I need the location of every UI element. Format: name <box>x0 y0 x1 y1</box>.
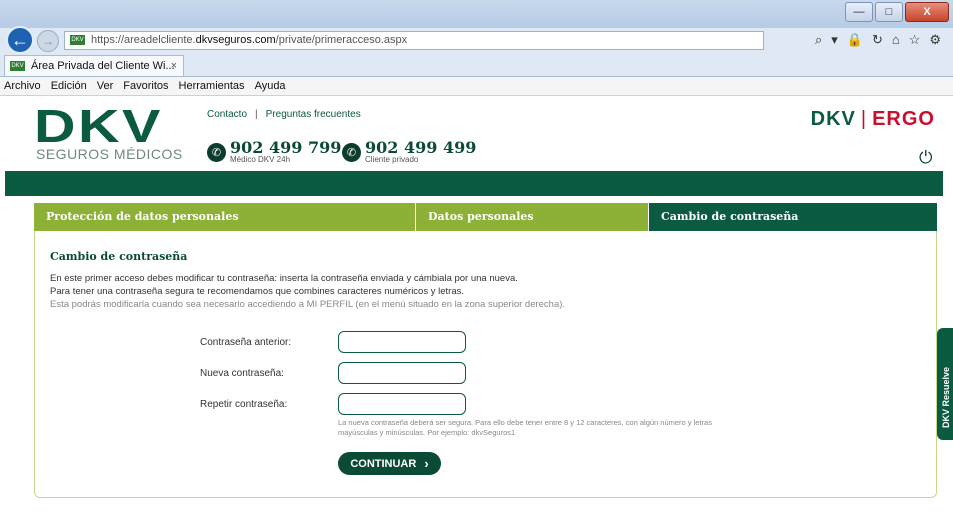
menu-ver[interactable]: Ver <box>93 80 120 92</box>
phone-medico: ✆ 902 499 799 Médico DKV 24h <box>207 139 341 164</box>
forward-button[interactable]: → <box>37 30 59 52</box>
menu-bar: Archivo Edición Ver Favoritos Herramient… <box>0 77 953 96</box>
old-password-input[interactable] <box>338 331 466 353</box>
brand-separator: | <box>860 108 868 130</box>
logo-subtitle: SEGUROS MÉDICOS <box>36 146 183 162</box>
tab-favicon-icon: DKV <box>10 61 25 72</box>
phone-icon: ✆ <box>342 143 361 162</box>
intro-line: Esta podrás modificarla cuando sea neces… <box>50 299 566 310</box>
tab-row: DKV Área Privada del Cliente Wi... × <box>0 54 953 77</box>
arrow-left-icon: ← <box>11 29 29 50</box>
home-icon[interactable]: ⌂ <box>892 32 900 48</box>
phone-label: Médico DKV 24h <box>230 155 291 164</box>
lock-icon[interactable]: 🔒 <box>847 32 863 48</box>
old-password-label: Contraseña anterior: <box>200 337 292 348</box>
menu-archivo[interactable]: Archivo <box>0 80 47 92</box>
browser-title-bar: — □ X <box>0 0 953 28</box>
panel-title: Cambio de contraseña <box>50 250 188 263</box>
menu-favoritos[interactable]: Favoritos <box>119 80 174 92</box>
dkv-logo[interactable]: DKV <box>34 103 163 149</box>
tab-title: Área Privada del Cliente Wi... <box>31 60 175 72</box>
continue-label: CONTINUAR <box>350 457 417 470</box>
intro-line: Para tener una contraseña segura te reco… <box>50 286 464 297</box>
tab-close-icon[interactable]: × <box>171 56 177 76</box>
url-path: /private/primeracceso.aspx <box>275 34 408 46</box>
star-icon[interactable]: ☆ <box>909 32 921 48</box>
new-password-input[interactable] <box>338 362 466 384</box>
power-icon[interactable]: ⏻ <box>919 149 935 166</box>
new-password-label: Nueva contraseña: <box>200 368 284 379</box>
close-window-button[interactable]: X <box>905 2 949 22</box>
refresh-icon[interactable]: ↻ <box>872 32 883 48</box>
url-domain: dkvseguros.com <box>195 34 276 46</box>
repeat-password-label: Repetir contraseña: <box>200 399 288 410</box>
menu-ayuda[interactable]: Ayuda <box>251 80 292 92</box>
phone-icon: ✆ <box>207 143 226 162</box>
brand-dkv: DKV <box>810 108 856 130</box>
arrow-right-icon: → <box>42 34 54 48</box>
phone-label: Cliente privado <box>365 155 419 164</box>
continue-button[interactable]: CONTINUAR › <box>338 452 441 475</box>
password-panel: Cambio de contraseña En este primer acce… <box>34 231 937 498</box>
step-datos-personales: Datos personales <box>416 203 649 231</box>
side-tab-label: DKV Resuelve <box>941 366 951 428</box>
url-prefix: https://areadelcliente. <box>91 34 196 46</box>
chevron-right-icon: › <box>424 456 429 471</box>
intro-line: En este primer acceso debes modificar tu… <box>50 273 518 284</box>
maximize-button[interactable]: □ <box>875 2 903 22</box>
address-bar[interactable]: DKV https://areadelcliente.dkvseguros.com… <box>64 31 764 50</box>
site-favicon-icon: DKV <box>70 35 85 46</box>
faq-link[interactable]: Preguntas frecuentes <box>266 109 361 120</box>
repeat-password-input[interactable] <box>338 393 466 415</box>
menu-edicion[interactable]: Edición <box>47 80 93 92</box>
gear-icon[interactable]: ⚙ <box>929 32 941 48</box>
brand-ergo: ERGO <box>872 108 935 130</box>
nav-bar <box>5 171 943 196</box>
step-tabs: Protección de datos personales Datos per… <box>34 203 937 231</box>
phone-cliente: ✆ 902 499 499 Cliente privado <box>342 139 476 164</box>
hint-line: mayúsculas y minúsculas. Por ejemplo: dk… <box>338 428 516 437</box>
menu-herramientas[interactable]: Herramientas <box>175 80 251 92</box>
browser-tab[interactable]: DKV Área Privada del Cliente Wi... × <box>4 55 184 76</box>
window-controls: — □ X <box>845 2 949 22</box>
back-button[interactable]: ← <box>6 26 34 54</box>
side-tab[interactable]: DKV Resuelve <box>937 328 953 440</box>
dkv-ergo-brand: DKV | ERGO <box>811 108 935 131</box>
contact-link[interactable]: Contacto <box>207 109 247 120</box>
link-separator: | <box>255 109 258 120</box>
hint-line: La nueva contraseña deberá ser segura. P… <box>338 418 712 427</box>
address-tools: ⌕ ▾ 🔒 ↻ ⌂ ☆ ⚙ <box>815 32 941 48</box>
step-proteccion-datos: Protección de datos personales <box>34 203 416 231</box>
address-bar-row: ← → DKV https://areadelcliente.dkvseguros… <box>0 26 953 54</box>
header-links: Contacto | Preguntas frecuentes <box>207 109 361 120</box>
search-icon[interactable]: ⌕ <box>815 32 822 48</box>
minimize-button[interactable]: — <box>845 2 873 22</box>
password-hint: La nueva contraseña deberá ser segura. P… <box>338 418 798 438</box>
dropdown-icon[interactable]: ▾ <box>831 32 838 48</box>
step-cambio-contrasena: Cambio de contraseña <box>649 203 937 231</box>
